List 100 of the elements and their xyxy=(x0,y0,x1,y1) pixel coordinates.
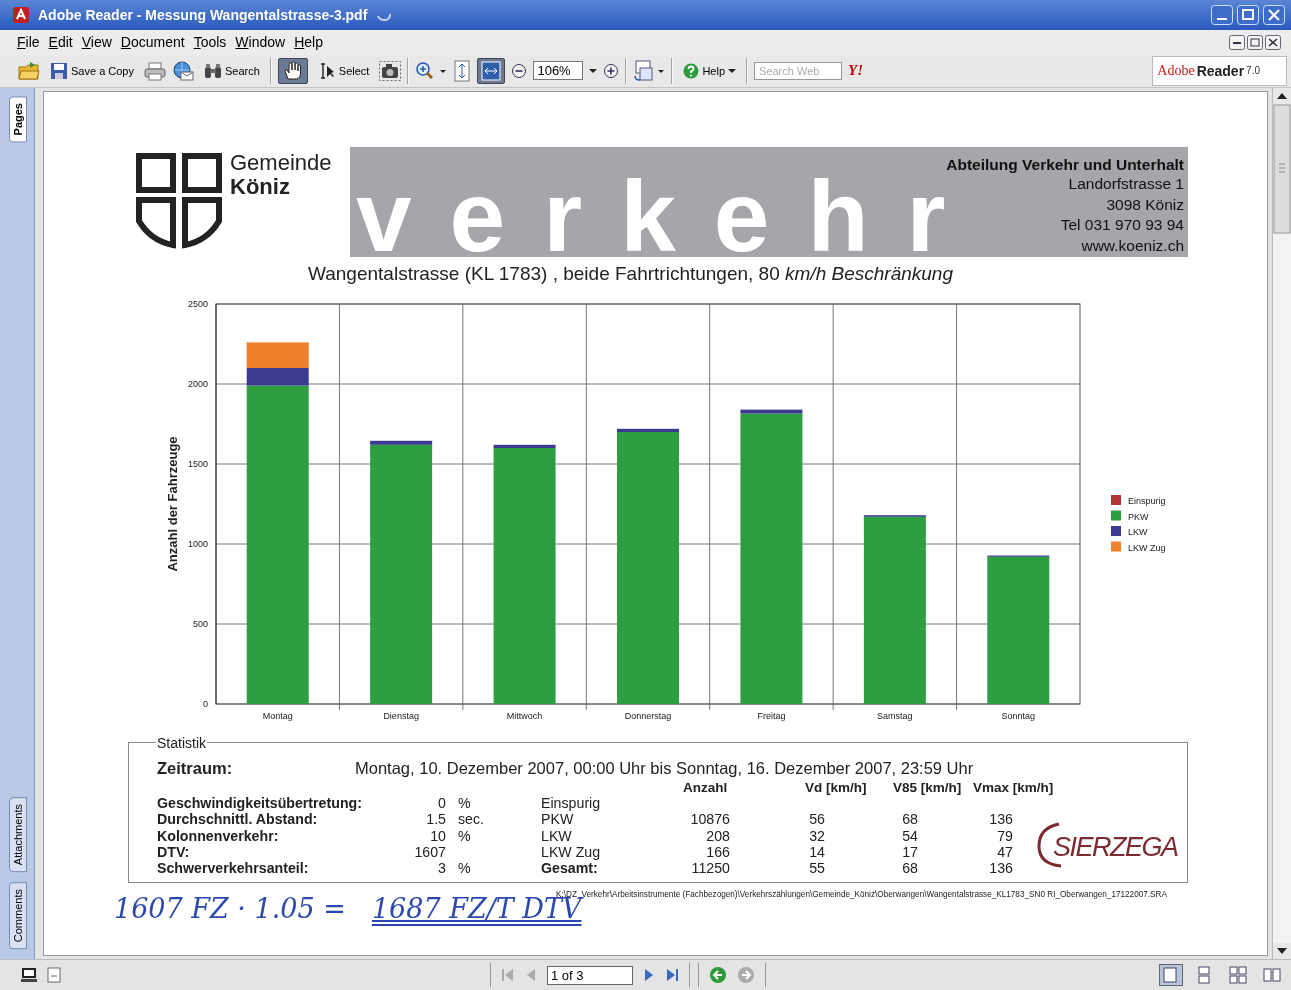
table-cell-text: 166 xyxy=(705,843,730,861)
axis-tick-label: 2000 xyxy=(187,378,208,389)
page-number-field[interactable]: 1 of 3 xyxy=(547,965,633,985)
table-cell-text: 208 xyxy=(705,827,730,844)
table-cell-text: 68 xyxy=(901,811,918,828)
menu-item[interactable]: View xyxy=(81,34,112,51)
menu-item[interactable]: Document xyxy=(120,34,185,51)
address-line: Tel 031 970 93 94 xyxy=(1060,215,1184,236)
logo-text: Reader xyxy=(1196,62,1245,79)
maximize-button[interactable] xyxy=(1237,5,1259,25)
next-page-icon[interactable] xyxy=(643,967,655,983)
stat-value: 0 xyxy=(437,794,446,812)
stat-unit: % xyxy=(457,827,472,844)
last-page-icon[interactable] xyxy=(665,967,679,983)
side-panel-tab[interactable]: Comments xyxy=(9,881,27,950)
email-globe-icon[interactable] xyxy=(172,60,194,81)
axis-tick-label: 500 xyxy=(192,618,208,629)
vehicle-type: Gesamt: xyxy=(541,860,599,877)
save-copy-button[interactable]: Save a Copy xyxy=(46,58,138,83)
hand-tool-button[interactable] xyxy=(277,57,308,84)
table-cell-text: 17 xyxy=(901,843,918,861)
vehicle-type: PKW xyxy=(541,811,575,828)
scrollbar-thumb[interactable] xyxy=(1273,103,1291,234)
menu-item[interactable]: File xyxy=(17,34,40,51)
table-cell-text: 54 xyxy=(901,827,918,844)
printer-icon[interactable] xyxy=(144,60,166,81)
side-panel-tab[interactable]: Pages xyxy=(9,95,27,143)
table-cell-text: 11250 xyxy=(690,860,730,877)
fit-width-icon xyxy=(481,60,502,81)
stat-label: Durchschnittl. Abstand: xyxy=(157,811,319,828)
fit-width-button[interactable] xyxy=(477,57,506,84)
zoom-field[interactable]: 106% xyxy=(533,61,584,81)
open-folder-icon[interactable] xyxy=(18,60,40,81)
stat-label: DTV: xyxy=(157,843,191,861)
side-panel-tab[interactable]: Attachments xyxy=(9,796,27,872)
panel-legend: Statistik xyxy=(156,734,207,751)
table-cell-text: 10876 xyxy=(689,811,730,828)
window-title: Adobe Reader - Messung Wangentalstrasse-3.pdf xyxy=(38,7,368,23)
rotate-view-icon[interactable] xyxy=(633,59,666,82)
zoom-in-tool-icon[interactable] xyxy=(415,60,448,81)
search-web-field[interactable]: Search Web xyxy=(754,61,843,80)
period-label: Zeitraum: xyxy=(157,758,234,778)
period-text: Montag, 10. Dezember 2007, 00:00 Uhr bis Sonntag, 16. Dezember 2007, 23:59 Uhr xyxy=(355,758,974,778)
zoom-in-icon[interactable] xyxy=(603,62,620,79)
single-page-layout-button[interactable] xyxy=(1159,964,1183,986)
stat-label: Geschwindigkeitsübertretung: xyxy=(157,794,363,812)
municipality-name: Gemeinde xyxy=(230,150,333,175)
column-header: Vmax [km/h] xyxy=(973,779,1055,795)
vehicle-type: LKW Zug xyxy=(541,843,602,861)
logo-text: Adobe xyxy=(1157,62,1195,79)
app-icon xyxy=(12,6,30,24)
column-header: Vd [km/h] xyxy=(805,779,868,795)
help-button[interactable]: Help xyxy=(679,59,741,82)
category-label: Mittwoch xyxy=(506,710,543,721)
binoculars-icon xyxy=(204,62,222,79)
table-cell-text: 136 xyxy=(988,860,1013,877)
chart-title: Wangentalstrasse (KL 1783) , beide Fahrtrichtungen, 80 km/h Beschränkung xyxy=(308,262,954,285)
y-axis-label: Anzahl der Fahrzeuge xyxy=(165,436,180,572)
camera-icon[interactable] xyxy=(379,60,402,81)
dropdown-caret-icon[interactable] xyxy=(589,66,598,75)
table-cell-text: 56 xyxy=(808,811,825,828)
legend-label: PKW xyxy=(1128,511,1149,522)
legend-label: LKW Zug xyxy=(1128,542,1166,553)
sierzega-logo: SIERZEGA xyxy=(1037,820,1185,871)
axis-tick-label: 1000 xyxy=(187,538,208,549)
monitor-icon[interactable] xyxy=(20,967,38,983)
stat-unit: sec. xyxy=(457,811,486,828)
address-line: 3098 Köniz xyxy=(1105,194,1184,215)
menu-item[interactable]: Window xyxy=(235,34,286,51)
stat-value: 10 xyxy=(429,827,446,844)
menu-item[interactable]: Edit xyxy=(48,34,73,51)
stat-unit: % xyxy=(457,794,472,812)
fit-page-icon[interactable] xyxy=(453,59,472,82)
restore-button[interactable] xyxy=(1247,34,1263,50)
hand-icon xyxy=(281,60,304,81)
table-cell-text: 68 xyxy=(901,860,918,877)
legend-label: Einspurig xyxy=(1128,495,1166,506)
close-button[interactable] xyxy=(1265,34,1281,50)
search-button[interactable]: Search xyxy=(200,59,264,82)
axis-tick-label: 2500 xyxy=(187,298,208,309)
file-path: K:\DZ_Verkehr\Arbeitsinstrumente (Fachbezogen)\Verkehrszählungen\Gemeinde_Köniz\Oberwangen\Wangentalstrasse_KL1783_SN0 RI_Oberwangen_17122007.SRA xyxy=(556,890,1168,900)
menu-item[interactable]: Tools xyxy=(193,34,227,51)
town-name: Köniz xyxy=(230,174,291,199)
stat-label: Schwerverkehrsanteil: xyxy=(157,860,310,877)
address-line: Landorfstrasse 1 xyxy=(1067,173,1184,194)
menu-item[interactable]: Help xyxy=(294,34,323,51)
zoom-out-icon[interactable] xyxy=(511,62,528,79)
select-tool-button[interactable]: Select xyxy=(313,58,374,83)
caret-icon xyxy=(728,66,737,75)
stat-label: Kolonnenverkehr: xyxy=(157,827,280,844)
minimize-button[interactable] xyxy=(1229,34,1245,50)
logo-text: 7.0 xyxy=(1246,65,1260,77)
axis-tick-label: 0 xyxy=(203,698,208,709)
stat-unit: % xyxy=(457,860,472,877)
yahoo-logo[interactable]: Y! xyxy=(848,62,864,80)
category-label: Freitag xyxy=(757,710,786,721)
table-cell-text: 14 xyxy=(808,843,825,861)
category-label: Dienstag xyxy=(383,710,419,721)
help-icon xyxy=(683,62,700,79)
stat-value: 1607 xyxy=(413,843,446,861)
